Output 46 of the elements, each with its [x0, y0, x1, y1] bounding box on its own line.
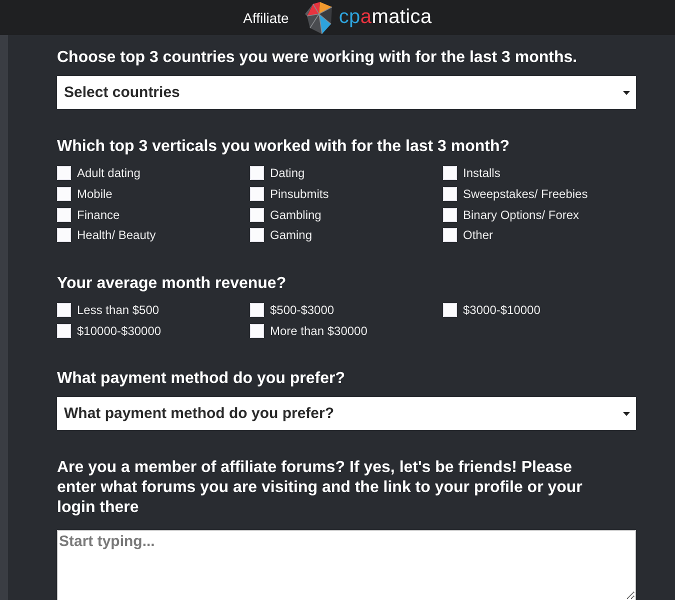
option-label[interactable]: Binary Options/ Forex — [463, 208, 580, 222]
option-label[interactable]: $10000-$30000 — [77, 324, 162, 338]
checkbox[interactable] — [250, 303, 264, 318]
caret-icon — [623, 412, 630, 416]
checkbox[interactable] — [57, 166, 71, 180]
checkbox[interactable] — [250, 187, 264, 202]
option-label[interactable]: Pinsubmits — [270, 187, 329, 202]
affiliate-label: Affiliate — [243, 10, 289, 26]
checkbox[interactable] — [443, 166, 457, 180]
question-heading: Which top 3 verticals you worked with for the last 3 month? — [57, 137, 510, 157]
checkbox[interactable] — [57, 228, 71, 242]
caret-icon — [623, 90, 630, 94]
question-heading: Your average month revenue? — [57, 274, 288, 294]
checkbox[interactable] — [57, 324, 71, 338]
option-label[interactable]: Adult dating — [77, 166, 140, 180]
option-label[interactable]: Installs — [463, 166, 500, 180]
option-label[interactable]: $3000-$10000 — [463, 303, 540, 318]
question-heading: What payment method do you prefer? — [57, 369, 346, 390]
checkbox[interactable] — [57, 303, 71, 318]
checkbox[interactable] — [250, 324, 264, 338]
checkbox[interactable] — [250, 166, 264, 180]
checkbox[interactable] — [250, 208, 264, 222]
question-heading: Are you a member of affiliate forums? If yes, let's be friends! Please enter what forums you are visiting and the link to your profile or your login there — [57, 458, 584, 518]
option-label[interactable]: Mobile — [77, 187, 112, 202]
option-label[interactable]: Gambling — [270, 208, 322, 222]
checkbox[interactable] — [443, 187, 457, 202]
option-label[interactable]: Health/ Beauty — [77, 228, 156, 242]
option-label[interactable]: More than $30000 — [270, 324, 368, 338]
dropdown[interactable]: Select countries — [57, 76, 636, 109]
checkbox[interactable] — [443, 228, 457, 242]
option-label[interactable]: Other — [463, 228, 494, 242]
option-label[interactable]: $500-$3000 — [270, 303, 334, 318]
checkbox[interactable] — [57, 208, 71, 222]
option-label[interactable]: Less than $500 — [77, 303, 160, 318]
option-label[interactable]: Gaming — [270, 228, 312, 242]
checkbox[interactable] — [57, 187, 71, 202]
option-label[interactable]: Sweepstakes/ Freebies — [463, 187, 588, 202]
checkbox[interactable] — [250, 228, 264, 242]
option-label[interactable]: Finance — [77, 208, 120, 222]
option-label[interactable]: Dating — [270, 166, 305, 180]
checkbox[interactable] — [443, 208, 457, 222]
checkbox[interactable] — [443, 303, 457, 318]
dropdown[interactable]: What payment method do you prefer? — [57, 397, 636, 430]
question-heading: Choose top 3 countries you were working with for the last 3 months. — [57, 48, 578, 68]
text-area[interactable]: Start typing... — [57, 530, 636, 600]
logo-text: cpamatica — [338, 6, 432, 29]
